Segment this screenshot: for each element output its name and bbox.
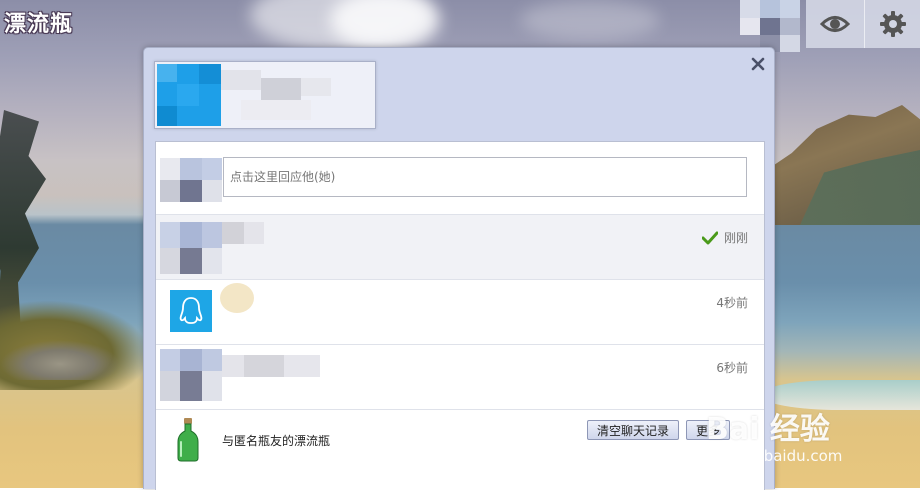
bottle-label: 与匿名瓶友的漂流瓶 — [222, 434, 331, 448]
my-avatar — [160, 158, 222, 202]
dialog-footer: 与匿名瓶友的漂流瓶 清空聊天记录 更多 — [156, 410, 764, 490]
reply-row — [156, 142, 764, 215]
user-name — [221, 70, 261, 90]
gear-icon — [880, 11, 906, 37]
message-time: 刚刚 — [701, 229, 748, 246]
eye-icon — [820, 16, 850, 32]
more-button[interactable]: 更多 — [686, 420, 731, 440]
bottle-icon — [177, 418, 199, 462]
time-text: 6秒前 — [716, 361, 748, 375]
sender-name — [220, 283, 254, 313]
clear-history-button[interactable]: 清空聊天记录 — [587, 420, 680, 440]
settings-button[interactable] — [864, 0, 920, 48]
time-text: 4秒前 — [716, 296, 748, 310]
message-time: 6秒前 — [716, 359, 748, 376]
time-text: 刚刚 — [723, 231, 748, 245]
rocks — [0, 340, 120, 380]
sender-avatar — [160, 349, 320, 401]
wave-foam — [760, 380, 920, 410]
user-avatar-top[interactable] — [740, 0, 806, 52]
close-icon[interactable] — [749, 55, 767, 73]
message-item[interactable]: 4秒前 — [156, 280, 764, 345]
sender-avatar — [170, 290, 212, 332]
check-icon — [701, 231, 718, 244]
message-item[interactable]: 6秒前 — [156, 345, 764, 410]
message-item[interactable]: 刚刚 — [156, 215, 764, 280]
chat-dialog: 刚刚 4秒前 — [143, 47, 775, 490]
qq-penguin-icon — [179, 297, 203, 324]
sender-avatar — [160, 222, 264, 274]
reply-input[interactable] — [223, 157, 747, 197]
user-profile-card[interactable] — [154, 61, 376, 129]
app-logo: 漂流瓶 — [4, 12, 74, 37]
view-button[interactable] — [806, 0, 864, 48]
more-button-label: 更多 — [696, 423, 721, 438]
message-list: 刚刚 4秒前 — [155, 141, 765, 490]
message-time: 4秒前 — [716, 294, 748, 311]
